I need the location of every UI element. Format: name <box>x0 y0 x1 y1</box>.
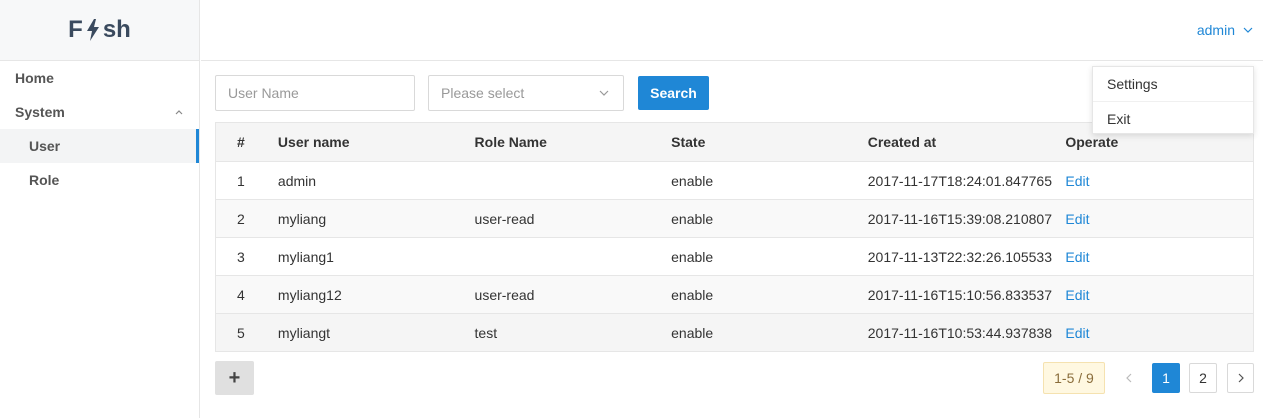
app-logo[interactable]: F sh <box>0 0 199 61</box>
edit-link[interactable]: Edit <box>1065 287 1089 303</box>
edit-link[interactable]: Edit <box>1065 211 1089 227</box>
dropdown-item-settings[interactable]: Settings <box>1093 67 1253 101</box>
sidebar-item-home[interactable]: Home <box>0 61 199 95</box>
column-header[interactable]: Operate <box>1065 134 1253 150</box>
user-name-input[interactable] <box>215 75 415 111</box>
cell-user-name: myliang <box>277 210 327 227</box>
edit-link[interactable]: Edit <box>1065 173 1089 189</box>
sidebar-item-user[interactable]: User <box>0 129 199 163</box>
pagination-total: 1-5 / 9 <box>1043 362 1105 394</box>
cell-state: enable <box>671 210 714 227</box>
chevron-right-icon <box>1238 373 1244 383</box>
cell-user-name: myliang12 <box>277 286 342 303</box>
add-user-button[interactable]: + <box>215 361 254 395</box>
sidebar-item-label: Home <box>15 70 54 86</box>
sidebar-item-system[interactable]: System <box>0 95 199 129</box>
cell-created-at: 2017-11-17T18:24:01.847765 <box>867 172 1052 189</box>
column-header[interactable]: # <box>216 134 278 150</box>
sidebar-menu: Home System User Role <box>0 61 199 197</box>
cell-role-name: user-read <box>474 210 535 227</box>
column-header[interactable]: State <box>671 134 868 150</box>
top-bar: admin <box>201 0 1263 61</box>
cell-role-name: user-read <box>474 286 535 303</box>
table-row[interactable]: 1 admin enable 2017-11-17T18:24:01.84776… <box>216 161 1253 199</box>
logo-text-right: sh <box>102 16 131 43</box>
chevron-down-icon <box>599 90 609 96</box>
lightning-icon <box>86 19 99 41</box>
table-row[interactable]: 2 myliang user-read enable 2017-11-16T15… <box>216 199 1253 237</box>
table-row[interactable]: 5 myliangt test enable 2017-11-16T10:53:… <box>216 313 1253 351</box>
logo-text-left: F <box>68 16 83 43</box>
cell-num: 3 <box>237 248 245 265</box>
cell-num: 1 <box>237 172 245 189</box>
cell-user-name: myliang1 <box>277 248 334 265</box>
column-header[interactable]: Role Name <box>475 134 672 150</box>
page-button-1[interactable]: 1 <box>1152 363 1180 393</box>
page-button-2[interactable]: 2 <box>1189 363 1217 393</box>
sidebar-item-label: System <box>15 104 65 120</box>
chevron-down-icon <box>1243 27 1253 33</box>
sidebar-item-role[interactable]: Role <box>0 163 199 197</box>
cell-num: 5 <box>237 324 245 341</box>
cell-role-name: test <box>474 324 498 341</box>
cell-user-name: myliangt <box>277 324 331 341</box>
edit-link[interactable]: Edit <box>1065 325 1089 341</box>
search-button[interactable]: Search <box>638 76 709 110</box>
cell-user-name: admin <box>277 172 317 189</box>
select-placeholder: Please select <box>441 85 525 101</box>
user-menu[interactable]: admin <box>1197 22 1253 38</box>
cell-created-at: 2017-11-16T15:10:56.833537 <box>867 286 1052 303</box>
column-header[interactable]: Created at <box>868 134 1066 150</box>
edit-link[interactable]: Edit <box>1065 249 1089 265</box>
next-page-button[interactable] <box>1227 363 1254 393</box>
chevron-left-icon <box>1125 373 1131 383</box>
sidebar-item-label: Role <box>29 172 60 188</box>
filter-bar: Please select Search <box>215 75 709 111</box>
cell-created-at: 2017-11-13T22:32:26.105533 <box>867 248 1052 265</box>
user-menu-label: admin <box>1196 22 1235 38</box>
cell-num: 2 <box>237 210 245 227</box>
cell-state: enable <box>671 172 714 189</box>
user-dropdown: Settings Exit <box>1092 66 1254 134</box>
table-row[interactable]: 4 myliang12 user-read enable 2017-11-16T… <box>216 275 1253 313</box>
cell-state: enable <box>671 324 714 341</box>
cell-created-at: 2017-11-16T15:39:08.210807 <box>867 210 1052 227</box>
users-table: # User name Role Name State Created at O… <box>215 122 1254 352</box>
cell-num: 4 <box>237 286 245 303</box>
sidebar: F sh Home System User Role <box>0 0 200 418</box>
role-select[interactable]: Please select <box>428 75 624 111</box>
column-header[interactable]: User name <box>278 134 475 150</box>
dropdown-item-exit[interactable]: Exit <box>1093 101 1253 135</box>
table-row[interactable]: 3 myliang1 enable 2017-11-13T22:32:26.10… <box>216 237 1253 275</box>
cell-state: enable <box>671 248 714 265</box>
cell-created-at: 2017-11-16T10:53:44.937838 <box>867 324 1052 341</box>
cell-state: enable <box>671 286 714 303</box>
prev-page-button[interactable] <box>1115 362 1143 394</box>
pagination: 1-5 / 9 1 2 <box>1043 362 1254 394</box>
sidebar-item-label: User <box>29 138 61 154</box>
chevron-up-icon <box>175 110 183 115</box>
